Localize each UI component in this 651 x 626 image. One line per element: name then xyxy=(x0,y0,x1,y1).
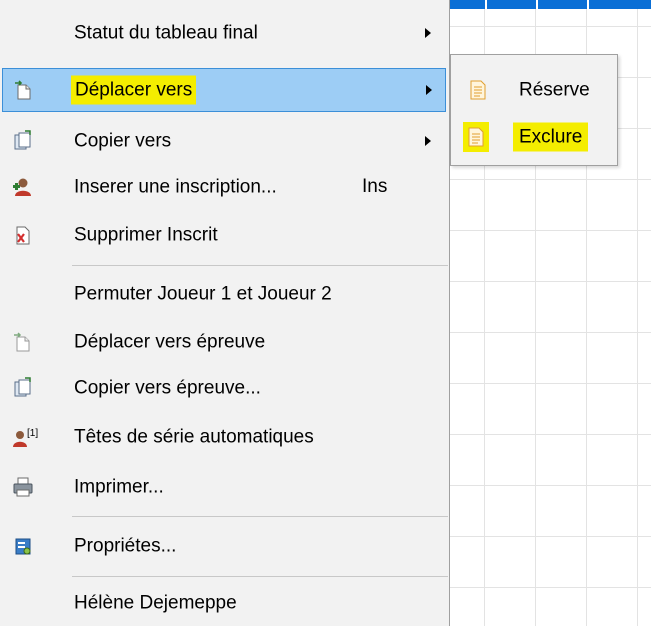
submenu-item-label: Réserve xyxy=(519,79,590,100)
menu-item-imprimer[interactable]: Imprimer... xyxy=(0,465,448,508)
seed-user-icon: [1] xyxy=(12,426,44,448)
menu-item-supprimer-inscrit[interactable]: Supprimer Inscrit xyxy=(0,213,448,256)
menu-item-copier-vers[interactable]: Copier vers xyxy=(0,119,448,162)
submenu-arrow-icon xyxy=(426,85,432,95)
menu-item-label: Permuter Joueur 1 et Joueur 2 xyxy=(74,283,332,304)
submenu-arrow-icon xyxy=(425,27,431,38)
copy-page-icon xyxy=(12,376,34,399)
copy-page-icon xyxy=(12,129,34,152)
menu-item-label: Déplacer vers xyxy=(71,75,197,105)
menu-item-label: Inserer une inscription... xyxy=(74,176,277,197)
menu-item-inserer-inscription[interactable]: Inserer une inscription... Ins xyxy=(0,165,448,208)
menu-item-label: Copier vers épreuve... xyxy=(74,377,261,398)
menu-separator xyxy=(72,576,448,577)
menu-item-tetes-de-serie[interactable]: [1] Têtes de série automatiques xyxy=(0,415,448,458)
menu-item-deplacer-vers-epreuve[interactable]: Déplacer vers épreuve xyxy=(0,320,448,363)
menu-item-player-name[interactable]: Hélène Dejemeppe xyxy=(0,581,448,624)
menu-item-label: Statut du tableau final xyxy=(74,22,258,43)
printer-icon xyxy=(12,476,34,498)
menu-separator xyxy=(72,265,448,266)
add-user-icon xyxy=(12,176,34,198)
submenu-arrow-icon xyxy=(425,135,431,146)
menu-separator xyxy=(72,516,448,517)
shortcut-text: Ins xyxy=(362,175,388,197)
menu-item-label: Copier vers xyxy=(74,130,172,151)
properties-icon xyxy=(12,535,34,557)
menu-item-deplacer-vers[interactable]: Déplacer vers xyxy=(2,68,446,112)
menu-item-label: Têtes de série automatiques xyxy=(74,426,314,447)
context-menu: Statut du tableau final Déplacer vers Co… xyxy=(0,0,450,626)
delete-page-icon xyxy=(12,224,34,246)
menu-item-statut-tableau-final[interactable]: Statut du tableau final xyxy=(0,11,448,54)
move-page-icon xyxy=(13,79,35,101)
document-icon xyxy=(467,79,489,101)
menu-item-label: Déplacer vers épreuve xyxy=(74,331,266,352)
submenu-item-reserve[interactable]: Réserve xyxy=(451,67,617,112)
svg-text:[1]: [1] xyxy=(27,428,38,439)
grid-header-bar xyxy=(450,0,651,9)
menu-item-permuter-joueurs[interactable]: Permuter Joueur 1 et Joueur 2 xyxy=(0,272,448,315)
menu-item-label: Hélène Dejemeppe xyxy=(74,592,237,613)
move-page-icon xyxy=(12,331,34,353)
submenu-deplacer-vers: Réserve Exclure xyxy=(450,54,618,166)
menu-item-label: Imprimer... xyxy=(74,476,164,497)
menu-item-copier-vers-epreuve[interactable]: Copier vers épreuve... xyxy=(0,366,448,409)
submenu-item-exclure[interactable]: Exclure xyxy=(451,114,617,159)
menu-item-label: Propriétes... xyxy=(74,535,177,556)
menu-item-proprietes[interactable]: Propriétes... xyxy=(0,524,448,567)
menu-item-label: Supprimer Inscrit xyxy=(74,224,218,245)
document-icon xyxy=(463,121,489,152)
submenu-item-label: Exclure xyxy=(513,122,589,151)
